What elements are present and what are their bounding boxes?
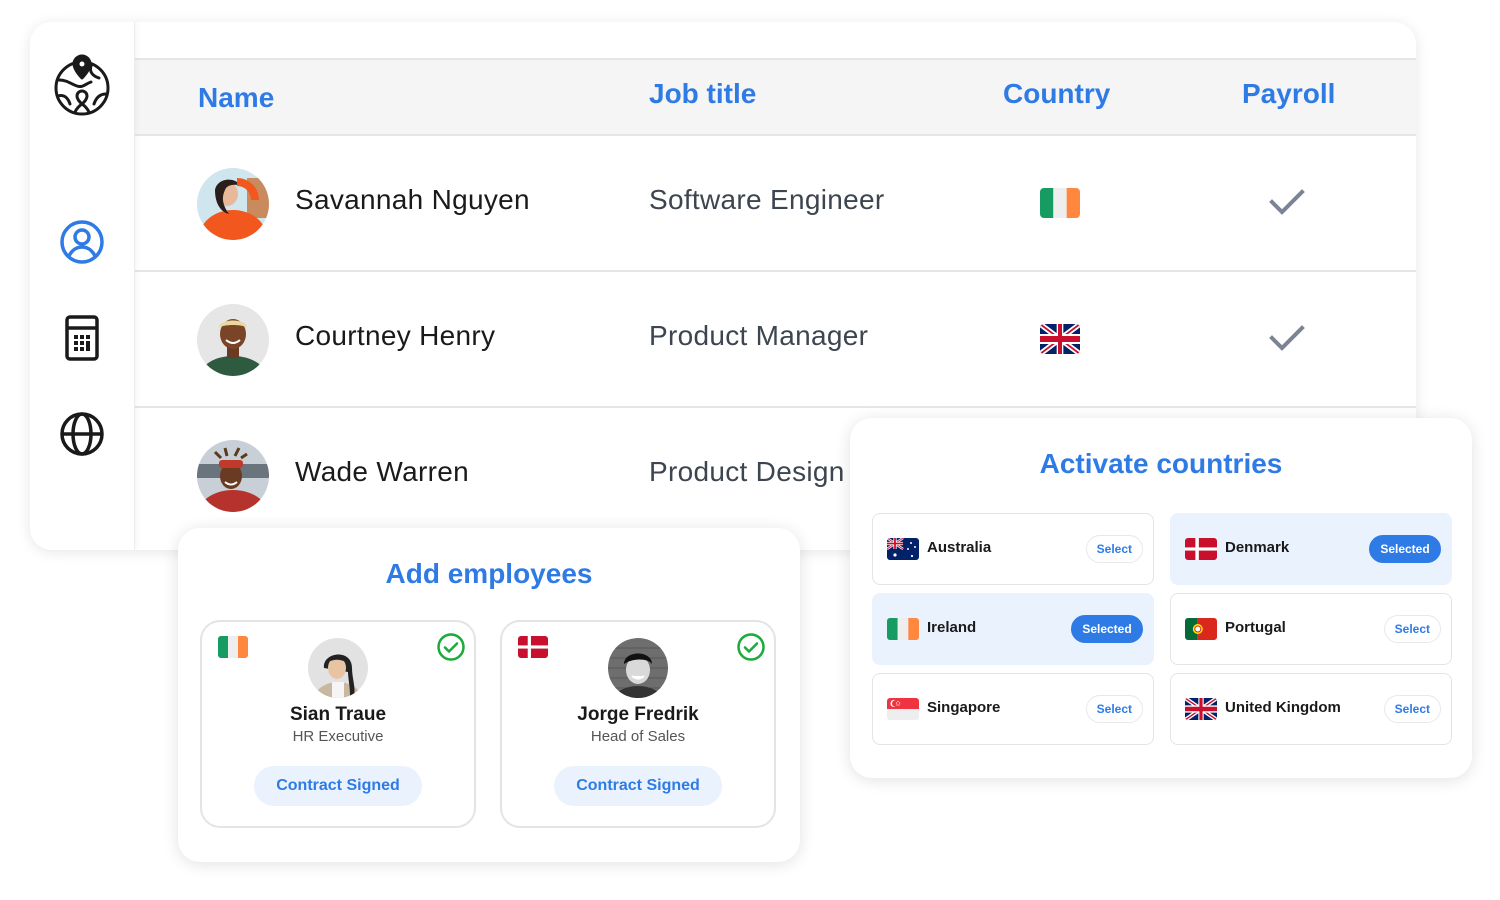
check-icon (1269, 322, 1305, 354)
employee-name: Courtney Henry (295, 320, 496, 351)
country-name: Denmark (1225, 539, 1290, 556)
column-header-payroll[interactable]: Payroll (1242, 78, 1335, 110)
country-name: Singapore (927, 699, 1001, 716)
uk-flag-icon (1040, 324, 1080, 354)
select-country-button[interactable]: Select (1085, 535, 1143, 563)
country-item-ireland[interactable]: Ireland Selected (872, 593, 1154, 665)
ireland-flag-icon (887, 618, 919, 640)
portugal-flag-icon (1185, 618, 1217, 640)
sidebar (30, 22, 135, 550)
employee-card[interactable]: Sian Traue HR Executive Contract Signed (200, 620, 476, 828)
avatar (197, 168, 269, 240)
add-employees-card: Add employees Sian Traue HR Executive Co… (178, 528, 800, 862)
table-row[interactable]: Savannah Nguyen Software Engineer (135, 136, 1416, 272)
country-name: Ireland (927, 619, 977, 636)
user-circle-icon[interactable] (52, 212, 112, 272)
calculator-icon[interactable] (52, 308, 112, 368)
table-header: Name Job title Country Payroll (135, 58, 1416, 136)
select-country-button[interactable]: Select (1383, 695, 1441, 723)
employee-job-title: Software Engineer (649, 184, 885, 215)
select-country-button[interactable]: Select (1085, 695, 1143, 723)
add-employees-title: Add employees (385, 558, 593, 589)
denmark-flag-icon (518, 636, 548, 658)
avatar (608, 638, 668, 698)
globe-map-pin-icon[interactable] (52, 54, 112, 116)
avatar (308, 638, 368, 698)
denmark-flag-icon (1185, 538, 1217, 560)
singapore-flag-icon (887, 698, 919, 720)
selected-country-button[interactable]: Selected (1369, 535, 1441, 563)
avatar (197, 304, 269, 376)
employee-role: HR Executive (292, 728, 384, 745)
check-circle-icon (436, 632, 466, 662)
activate-countries-card: Activate countries Australia Select Denm… (850, 418, 1472, 778)
country-name: United Kingdom (1225, 699, 1341, 716)
globe-icon[interactable] (52, 404, 112, 464)
check-icon (1269, 186, 1305, 218)
contract-status-badge: Contract Signed (254, 766, 422, 806)
employee-name: Wade Warren (295, 456, 469, 487)
table-row[interactable]: Courtney Henry Product Manager (135, 272, 1416, 408)
ireland-flag-icon (218, 636, 248, 658)
avatar (197, 440, 269, 512)
ireland-flag-icon (1040, 188, 1080, 218)
country-item-portugal[interactable]: Portugal Select (1170, 593, 1452, 665)
employee-name: Savannah Nguyen (295, 184, 530, 215)
check-circle-icon (736, 632, 766, 662)
activate-countries-title: Activate countries (1039, 448, 1283, 479)
country-name: Australia (927, 539, 992, 556)
uk-flag-icon (1185, 698, 1217, 720)
employee-card[interactable]: Jorge Fredrik Head of Sales Contract Sig… (500, 620, 776, 828)
country-name: Portugal (1225, 619, 1286, 636)
employee-name: Jorge Fredrik (577, 704, 699, 725)
employee-job-title: Product Design (649, 456, 845, 487)
country-item-united-kingdom[interactable]: United Kingdom Select (1170, 673, 1452, 745)
column-header-name[interactable]: Name (198, 82, 274, 114)
column-header-country[interactable]: Country (1003, 78, 1110, 110)
employee-job-title: Product Manager (649, 320, 869, 351)
country-item-denmark[interactable]: Denmark Selected (1170, 513, 1452, 585)
selected-country-button[interactable]: Selected (1071, 615, 1143, 643)
column-header-job-title[interactable]: Job title (649, 78, 756, 110)
country-item-singapore[interactable]: Singapore Select (872, 673, 1154, 745)
country-item-australia[interactable]: Australia Select (872, 513, 1154, 585)
australia-flag-icon (887, 538, 919, 560)
contract-status-badge: Contract Signed (554, 766, 722, 806)
select-country-button[interactable]: Select (1383, 615, 1441, 643)
employee-role: Head of Sales (590, 728, 686, 745)
employee-name: Sian Traue (289, 704, 387, 725)
